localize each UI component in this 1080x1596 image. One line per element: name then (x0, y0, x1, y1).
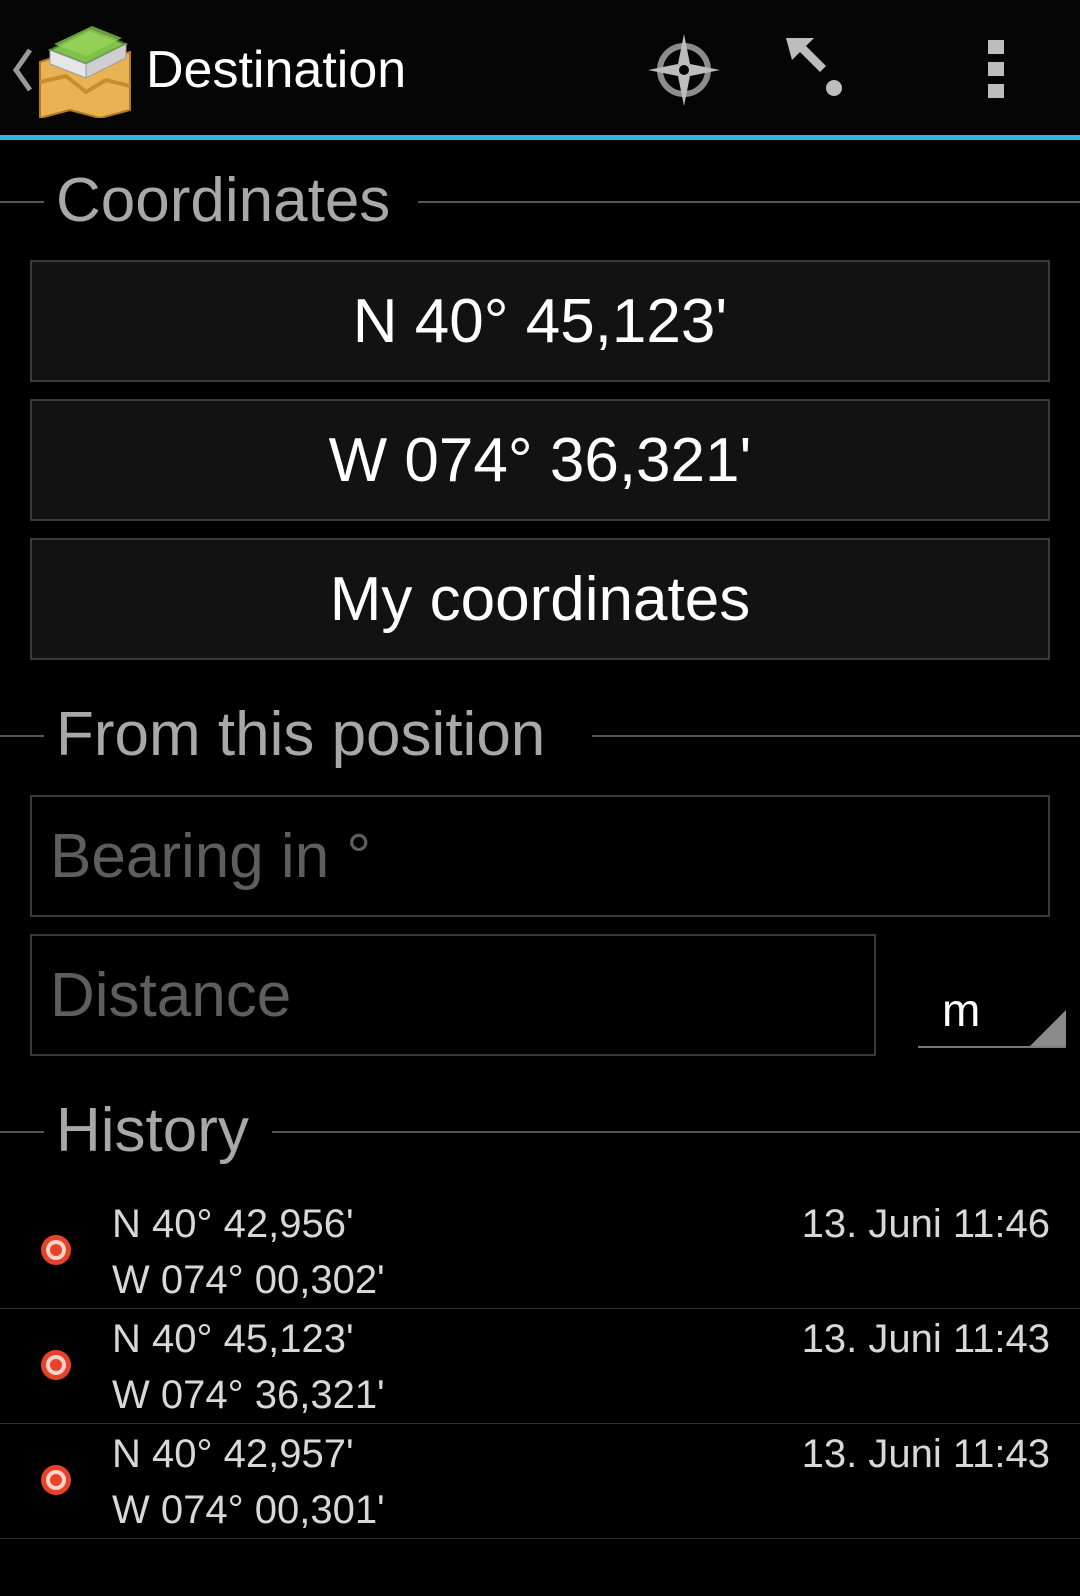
history-row[interactable]: N 40° 42,957' W 074° 00,301' 13. Juni 11… (0, 1424, 1080, 1539)
overflow-menu-button[interactable] (946, 20, 1046, 120)
target-arrow-icon (786, 38, 842, 96)
history-timestamp: 13. Juni 11:46 (801, 1202, 1050, 1246)
compass-button[interactable] (646, 20, 746, 120)
latitude-button[interactable]: N 40° 45,123' (30, 260, 1050, 382)
distance-input[interactable] (32, 936, 874, 1054)
bearing-input[interactable] (32, 797, 1048, 915)
section-title-coordinates: Coordinates (56, 166, 391, 235)
history-section-header: History (0, 1096, 1080, 1166)
app-map-icon[interactable] (36, 22, 136, 120)
target-marker-icon (41, 1235, 71, 1265)
section-title-from-position: From this position (56, 700, 546, 769)
history-longitude: W 074° 00,301' (112, 1488, 385, 1532)
page-title: Destination (146, 41, 407, 99)
history-latitude: N 40° 42,957' (112, 1432, 354, 1476)
section-title-history: History (56, 1096, 249, 1165)
history-latitude: N 40° 45,123' (112, 1317, 354, 1361)
divider (592, 735, 1080, 737)
coordinates-section-header: Coordinates (0, 166, 1080, 236)
history-row[interactable]: N 40° 42,956' W 074° 00,302' 13. Juni 11… (0, 1194, 1080, 1309)
target-marker-icon (41, 1350, 71, 1380)
action-bar: Destination (0, 0, 1080, 140)
my-coordinates-button[interactable]: My coordinates (30, 538, 1050, 660)
divider (418, 201, 1080, 203)
divider (272, 1131, 1080, 1133)
spinner-underline (918, 1046, 1066, 1048)
from-position-section-header: From this position (0, 700, 1080, 770)
history-row[interactable]: N 40° 45,123' W 074° 36,321' 13. Juni 11… (0, 1309, 1080, 1424)
compass-icon (648, 34, 720, 106)
target-button[interactable] (780, 20, 880, 120)
divider (0, 1131, 44, 1133)
history-timestamp: 13. Juni 11:43 (801, 1432, 1050, 1476)
divider (0, 735, 44, 737)
distance-field (30, 934, 876, 1056)
divider (0, 201, 44, 203)
longitude-button[interactable]: W 074° 36,321' (30, 399, 1050, 521)
distance-unit-spinner[interactable]: m (918, 980, 1068, 1048)
distance-unit-value: m (942, 984, 981, 1036)
target-marker-icon (41, 1465, 71, 1495)
history-longitude: W 074° 00,302' (112, 1258, 385, 1302)
history-longitude: W 074° 36,321' (112, 1373, 385, 1417)
up-chevron-icon[interactable] (8, 40, 36, 100)
bearing-field (30, 795, 1050, 917)
overflow-menu-icon (988, 40, 1004, 98)
history-timestamp: 13. Juni 11:43 (801, 1317, 1050, 1361)
history-latitude: N 40° 42,956' (112, 1202, 354, 1246)
spinner-triangle-icon (1030, 1010, 1066, 1046)
